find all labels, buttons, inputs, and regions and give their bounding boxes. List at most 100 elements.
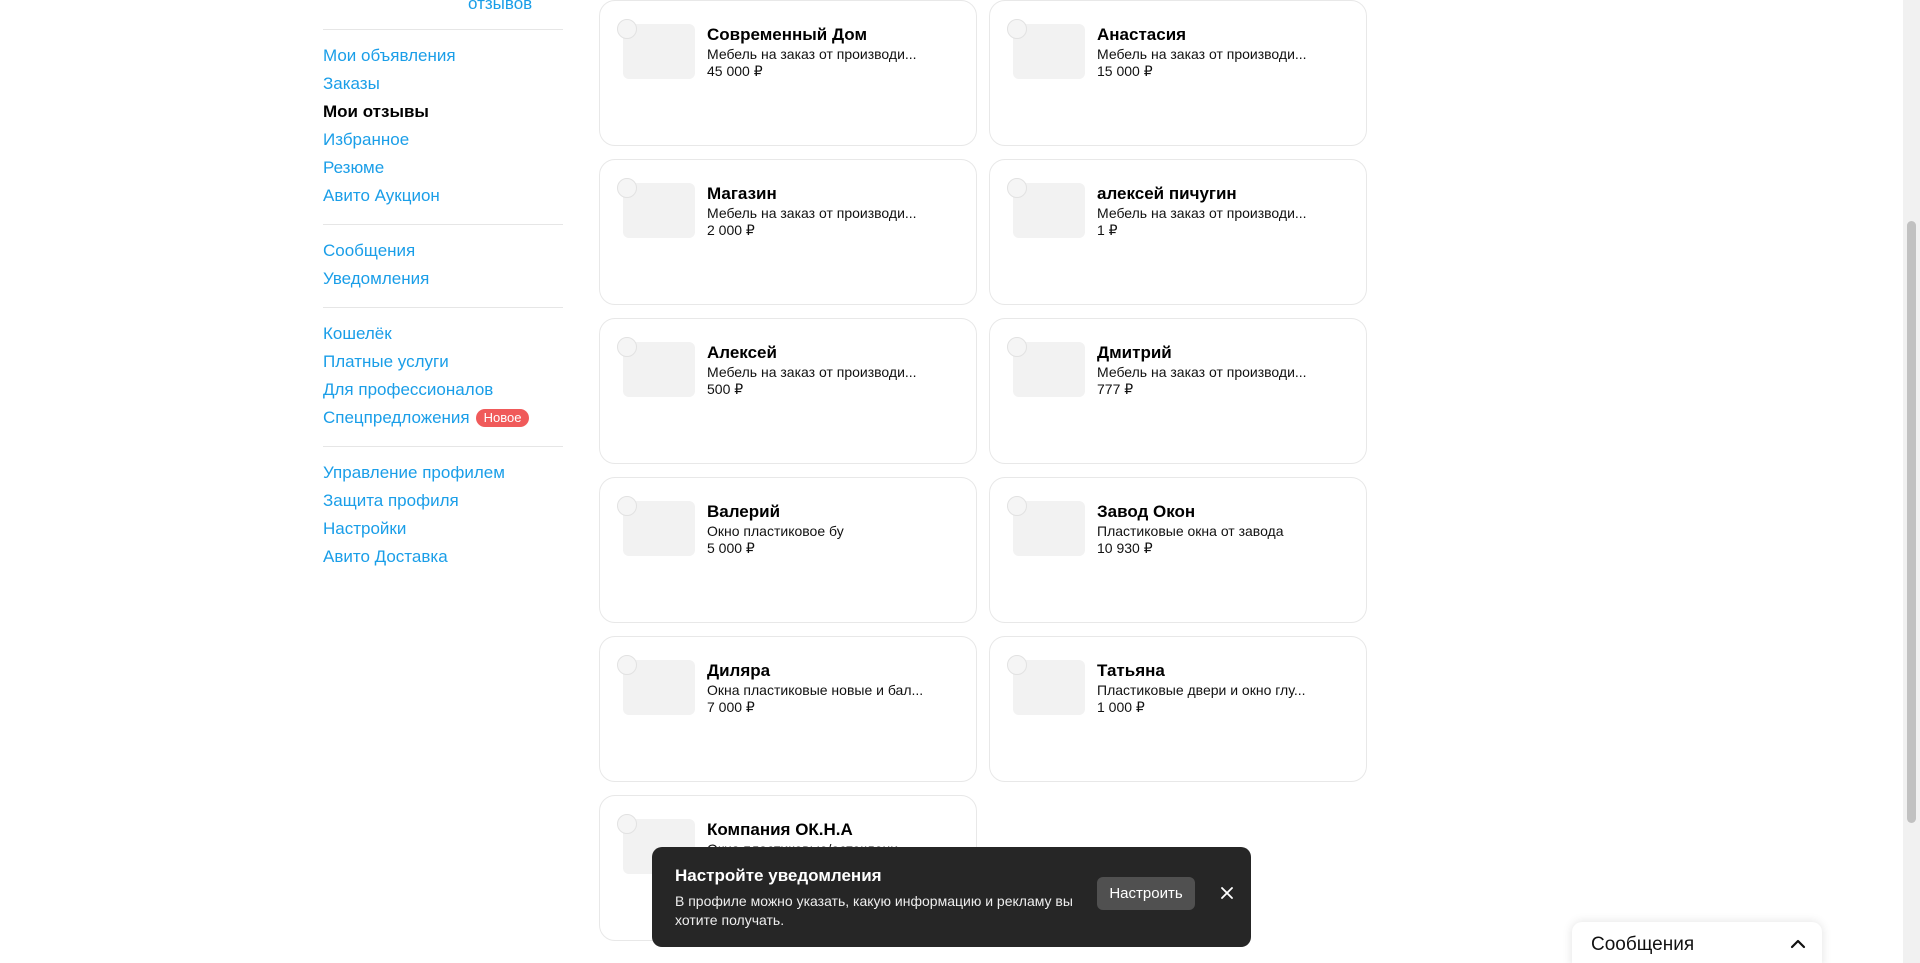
- seller-name: Татьяна: [1097, 661, 1165, 680]
- card-info: Завод Окон Пластиковые окна от завода 10…: [1097, 502, 1347, 557]
- seller-name: Алексей: [707, 343, 777, 362]
- toast-title: Настройте уведомления: [675, 866, 882, 885]
- review-card[interactable]: Дмитрий Мебель на заказ от производи... …: [989, 318, 1367, 464]
- seller-name: Анастасия: [1097, 25, 1187, 44]
- review-card[interactable]: Диляра Окна пластиковые новые и бал... 7…: [599, 636, 977, 782]
- nav-group-ads: Мои объявления Заказы Мои отзывы Избранн…: [323, 30, 563, 225]
- review-card[interactable]: алексей пичугин Мебель на заказ от произ…: [989, 159, 1367, 305]
- sidebar-item-special-offers[interactable]: Спецпредложения Новое: [323, 404, 563, 432]
- sidebar-item-label: Кошелёк: [323, 324, 392, 343]
- card-info: Дмитрий Мебель на заказ от производи... …: [1097, 343, 1347, 398]
- sidebar-item-label: Сообщения: [323, 241, 416, 260]
- sidebar-item-wallet[interactable]: Кошелёк: [323, 320, 563, 348]
- sidebar-item-paid-services[interactable]: Платные услуги: [323, 348, 563, 376]
- seller-name: алексей пичугин: [1097, 184, 1237, 203]
- card-info: Валерий Окно пластиковое бу 5 000 ₽: [707, 502, 957, 557]
- toast-text: В профиле можно указать, какую информаци…: [675, 893, 1073, 928]
- item-price: 5 000 ₽: [707, 540, 755, 556]
- profile-sidebar: отзывов Мои объявления Заказы Мои отзывы…: [323, 0, 563, 585]
- item-description: Мебель на заказ от производи...: [1097, 364, 1307, 380]
- item-description: Мебель на заказ от производи...: [1097, 46, 1307, 62]
- sidebar-item-for-pros[interactable]: Для профессионалов: [323, 376, 563, 404]
- card-info: Диляра Окна пластиковые новые и бал... 7…: [707, 661, 957, 716]
- sidebar-item-my-ads[interactable]: Мои объявления: [323, 42, 563, 70]
- messenger-title: Сообщения: [1591, 934, 1695, 955]
- chevron-up-icon-svg: [1790, 939, 1806, 949]
- sidebar-item-delivery[interactable]: Авито Доставка: [323, 543, 563, 571]
- close-icon-svg: [1221, 887, 1233, 899]
- seller-name: Диляра: [707, 661, 771, 680]
- chevron-up-icon[interactable]: [1788, 934, 1808, 954]
- item-price: 1 ₽: [1097, 222, 1118, 238]
- review-card[interactable]: Валерий Окно пластиковое бу 5 000 ₽: [599, 477, 977, 623]
- sidebar-item-label: Избранное: [323, 130, 410, 149]
- item-description: Мебель на заказ от производи...: [707, 364, 917, 380]
- sidebar-item-label: Спецпредложения: [323, 408, 470, 427]
- sidebar-item-label: Платные услуги: [323, 352, 449, 371]
- reviews-count-link[interactable]: отзывов: [468, 0, 532, 14]
- new-badge: Новое: [475, 409, 530, 427]
- item-price: 15 000 ₽: [1097, 63, 1153, 79]
- messenger-widget[interactable]: Сообщения: [1572, 922, 1822, 963]
- avatar-placeholder-icon: [617, 655, 637, 675]
- seller-name: Компания ОК.Н.А: [707, 820, 853, 839]
- sidebar-item-label: Защита профиля: [323, 491, 459, 510]
- item-price: 10 930 ₽: [1097, 540, 1153, 556]
- review-card[interactable]: Татьяна Пластиковые двери и окно глу... …: [989, 636, 1367, 782]
- sidebar-item-messages[interactable]: Сообщения: [323, 237, 563, 265]
- review-card[interactable]: Завод Окон Пластиковые окна от завода 10…: [989, 477, 1367, 623]
- avatar-placeholder-icon: [1007, 655, 1027, 675]
- card-info: Алексей Мебель на заказ от производи... …: [707, 343, 957, 398]
- nav-group-finance: Кошелёк Платные услуги Для профессионало…: [323, 308, 563, 447]
- avatar-placeholder-icon: [1007, 337, 1027, 357]
- item-description: Окна пластиковые новые и бал...: [707, 682, 924, 698]
- review-card[interactable]: Алексей Мебель на заказ от производи... …: [599, 318, 977, 464]
- sidebar-item-label: Авито Аукцион: [323, 186, 440, 205]
- card-info: алексей пичугин Мебель на заказ от произ…: [1097, 184, 1347, 239]
- sidebar-item-resume[interactable]: Резюме: [323, 154, 563, 182]
- item-price: 1 000 ₽: [1097, 699, 1145, 715]
- sidebar-item-notifications[interactable]: Уведомления: [323, 265, 563, 293]
- rating-row: отзывов: [323, 0, 563, 30]
- close-icon[interactable]: [1217, 883, 1237, 903]
- sidebar-item-label: Заказы: [323, 74, 380, 93]
- item-description: Мебель на заказ от производи...: [707, 46, 917, 62]
- notification-settings-toast: Настройте уведомления В профиле можно ук…: [652, 847, 1251, 947]
- item-description: Пластиковые окна от завода: [1097, 523, 1284, 539]
- seller-name: Магазин: [707, 184, 777, 203]
- card-info: Татьяна Пластиковые двери и окно глу... …: [1097, 661, 1347, 716]
- card-info: Магазин Мебель на заказ от производи... …: [707, 184, 957, 239]
- avatar-placeholder-icon: [1007, 19, 1027, 39]
- review-card[interactable]: Магазин Мебель на заказ от производи... …: [599, 159, 977, 305]
- card-info: Анастасия Мебель на заказ от производи..…: [1097, 25, 1347, 80]
- item-description: Окно пластиковое бу: [707, 523, 844, 539]
- page-scrollbar[interactable]: [1903, 0, 1920, 963]
- sidebar-item-profile-protection[interactable]: Защита профиля: [323, 487, 563, 515]
- sidebar-item-label: Авито Доставка: [323, 547, 448, 566]
- sidebar-item-orders[interactable]: Заказы: [323, 70, 563, 98]
- sidebar-item-label: Для профессионалов: [323, 380, 494, 399]
- seller-name: Дмитрий: [1097, 343, 1172, 362]
- review-card[interactable]: Современный Дом Мебель на заказ от произ…: [599, 0, 977, 146]
- sidebar-item-favorites[interactable]: Избранное: [323, 126, 563, 154]
- sidebar-item-my-reviews[interactable]: Мои отзывы: [323, 98, 563, 126]
- sidebar-item-settings[interactable]: Настройки: [323, 515, 563, 543]
- sidebar-item-label: Уведомления: [323, 269, 430, 288]
- item-price: 500 ₽: [707, 381, 744, 397]
- avatar-placeholder-icon: [1007, 178, 1027, 198]
- sidebar-item-auction[interactable]: Авито Аукцион: [323, 182, 563, 210]
- avatar-placeholder-icon: [1007, 496, 1027, 516]
- review-card[interactable]: Анастасия Мебель на заказ от производи..…: [989, 0, 1367, 146]
- configure-button[interactable]: Настроить: [1097, 877, 1195, 910]
- avatar-placeholder-icon: [617, 19, 637, 39]
- scrollbar-thumb[interactable]: [1907, 221, 1916, 823]
- item-description: Мебель на заказ от производи...: [1097, 205, 1307, 221]
- avatar-placeholder-icon: [617, 496, 637, 516]
- item-description: Мебель на заказ от производи...: [707, 205, 917, 221]
- sidebar-item-profile-management[interactable]: Управление профилем: [323, 459, 563, 487]
- sidebar-item-label: Мои объявления: [323, 46, 456, 65]
- seller-name: Валерий: [707, 502, 781, 521]
- page: отзывов Мои объявления Заказы Мои отзывы…: [0, 0, 1920, 963]
- item-price: 2 000 ₽: [707, 222, 755, 238]
- seller-name: Современный Дом: [707, 25, 868, 44]
